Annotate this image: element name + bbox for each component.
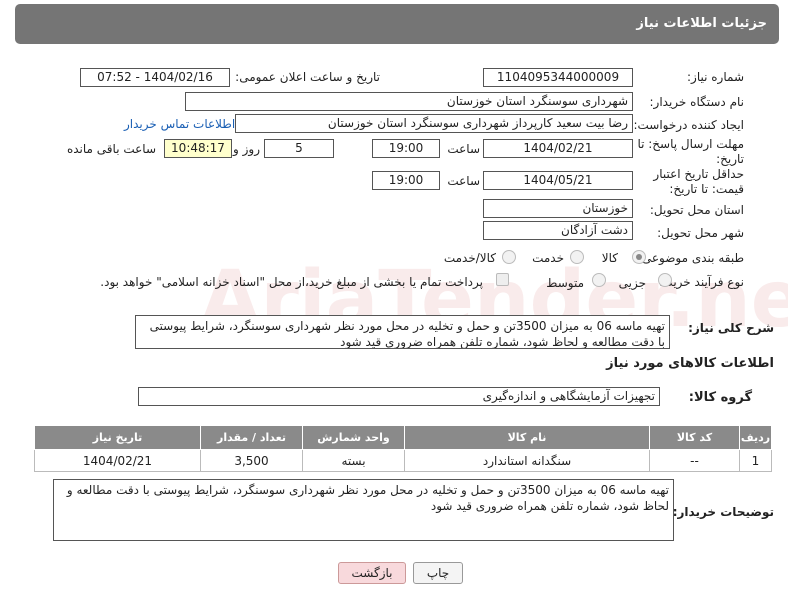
buyer-notes-label: توضیحات خریدار: <box>672 505 774 519</box>
category-option-service: خدمت <box>532 251 564 265</box>
cell-code: -- <box>649 449 740 472</box>
buyer-org-field[interactable]: شهرداری سوسنگرد استان خوزستان <box>185 92 633 111</box>
description-textarea[interactable]: تهیه ماسه 06 به میزان 3500تن و حمل و تخل… <box>135 315 670 349</box>
city-field[interactable]: دشت آزادگان <box>483 221 633 240</box>
announce-field[interactable]: 1404/02/16 - 07:52 <box>80 68 230 87</box>
col-date: تاریخ نیاز <box>34 425 201 450</box>
category-label: طبقه بندی موضوعی: <box>637 251 744 265</box>
cell-date: 1404/02/21 <box>34 449 201 472</box>
category-radio-goods[interactable] <box>632 250 646 264</box>
cell-qty: 3,500 <box>200 449 303 472</box>
creator-label: ایجاد کننده درخواست: <box>633 118 744 132</box>
process-label: نوع فرآیند خرید : <box>659 275 744 289</box>
page-title: جزئیات اطلاعات نیاز <box>636 16 767 31</box>
announce-label: تاریخ و ساعت اعلان عمومی: <box>235 70 380 84</box>
goods-section-title: اطلاعات کالاهای مورد نیاز <box>606 356 774 371</box>
payment-note: پرداخت تمام یا بخشی از مبلغ خرید،از محل … <box>100 275 483 289</box>
cell-name: سنگدانه استاندارد <box>404 449 650 472</box>
city-label: شهر محل تحویل: <box>657 226 744 240</box>
buyer-notes-textarea[interactable]: تهیه ماسه 06 به میزان 3500تن و حمل و تخل… <box>53 479 674 541</box>
print-button[interactable]: چاپ <box>413 562 463 584</box>
province-field[interactable]: خوزستان <box>483 199 633 218</box>
category-radio-service[interactable] <box>570 250 584 264</box>
price-validity-time-label: ساعت <box>447 174 480 188</box>
category-radio-goods-service[interactable] <box>502 250 516 264</box>
payment-checkbox[interactable] <box>496 273 509 286</box>
buyer-org-label: نام دستگاه خریدار: <box>649 95 745 109</box>
goods-group-field[interactable]: تجهیزات آزمایشگاهی و اندازه‌گیری <box>138 387 660 406</box>
process-radio-minor[interactable] <box>658 273 672 287</box>
deadline-label: مهلت ارسال پاسخ: تا تاریخ: <box>637 137 744 166</box>
need-number-field[interactable]: 1104095344000009 <box>483 68 633 87</box>
page-header: جزئیات اطلاعات نیاز <box>15 4 779 44</box>
col-code: کد کالا <box>649 425 740 450</box>
process-radio-medium[interactable] <box>592 273 606 287</box>
days-label: روز و <box>233 142 260 156</box>
price-validity-date-field[interactable]: 1404/05/21 <box>483 171 633 190</box>
category-option-goods-service: کالا/خدمت <box>443 251 496 265</box>
back-button[interactable]: بازگشت <box>338 562 406 584</box>
col-row: ردیف <box>739 425 772 450</box>
province-label: استان محل تحویل: <box>649 203 744 217</box>
need-number-label: شماره نیاز: <box>687 70 744 84</box>
process-option-minor: جزیی <box>618 276 646 290</box>
deadline-time-label: ساعت <box>447 142 480 156</box>
col-unit: واحد شمارش <box>302 425 405 450</box>
description-label: شرح کلی نیاز: <box>688 321 774 335</box>
col-name: نام کالا <box>404 425 650 450</box>
days-field[interactable]: 5 <box>264 139 334 158</box>
goods-table: ردیف کد کالا نام کالا واحد شمارش تعداد /… <box>34 425 772 472</box>
creator-field[interactable]: رضا بیت سعید کارپرداز شهرداری سوسنگرد اس… <box>235 114 633 133</box>
deadline-date-field[interactable]: 1404/02/21 <box>483 139 633 158</box>
price-validity-label: حداقل تاریخ اعتبار قیمت: تا تاریخ: <box>653 167 744 196</box>
remaining-label: ساعت باقی مانده <box>66 142 156 156</box>
category-option-goods: کالا <box>601 251 618 265</box>
col-qty: تعداد / مقدار <box>200 425 303 450</box>
process-option-medium: متوسط <box>546 276 584 290</box>
goods-group-label: گروه کالا: <box>688 390 752 405</box>
deadline-time-field[interactable]: 19:00 <box>372 139 440 158</box>
table-row: 1 -- سنگدانه استاندارد بسته 3,500 1404/0… <box>34 449 772 472</box>
cell-row: 1 <box>739 449 772 472</box>
price-validity-time-field[interactable]: 19:00 <box>372 171 440 190</box>
remaining-time-field: 10:48:17 <box>164 139 232 158</box>
cell-unit: بسته <box>302 449 405 472</box>
goods-table-header: ردیف کد کالا نام کالا واحد شمارش تعداد /… <box>34 425 772 450</box>
buyer-contact-link[interactable]: اطلاعات تماس خریدار <box>124 117 235 131</box>
